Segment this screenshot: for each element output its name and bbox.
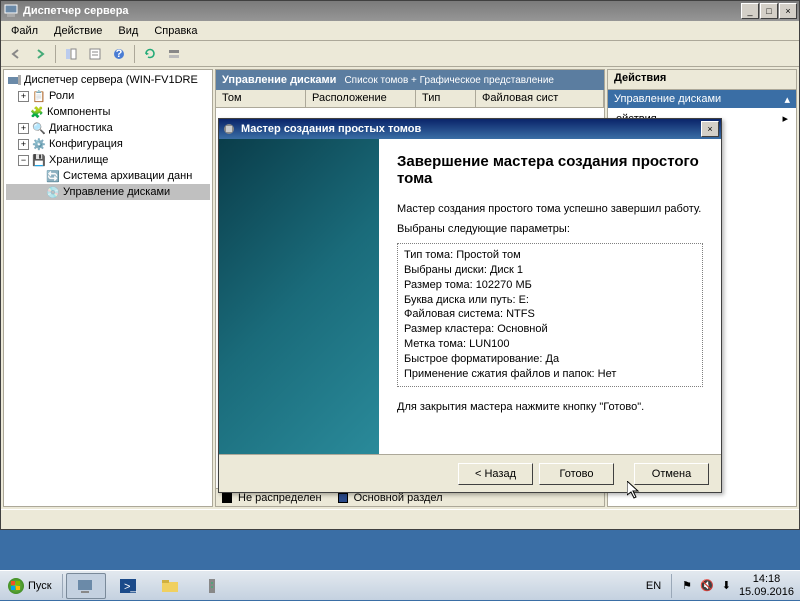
- param-line: Буква диска или путь: E:: [404, 293, 696, 308]
- svg-text:>_: >_: [124, 581, 137, 593]
- wizard-sidebar: [219, 139, 379, 454]
- legend-unalloc: Не распределен: [238, 492, 322, 504]
- menu-view[interactable]: Вид: [112, 23, 144, 39]
- task-explorer[interactable]: [150, 573, 190, 599]
- param-line: Метка тома: LUN100: [404, 337, 696, 352]
- server-icon: [6, 73, 22, 87]
- menubar: Файл Действие Вид Справка: [1, 21, 799, 41]
- tree-roles[interactable]: +📋Роли: [6, 88, 210, 104]
- tree-diagnostics[interactable]: +🔍Диагностика: [6, 120, 210, 136]
- properties-button[interactable]: [84, 43, 106, 65]
- wizard-content: Завершение мастера создания простого том…: [379, 139, 721, 454]
- wizard-selected-label: Выбраны следующие параметры:: [397, 223, 703, 235]
- tree-storage[interactable]: −💾Хранилище: [6, 152, 210, 168]
- legend-unalloc-swatch: [222, 493, 232, 503]
- tree-root-label: Диспетчер сервера (WIN-FV1DRE: [24, 74, 198, 86]
- windows-orb-icon: [8, 578, 24, 594]
- tree-diskmgmt[interactable]: 💿Управление дисками: [6, 184, 210, 200]
- menu-action[interactable]: Действие: [48, 23, 108, 39]
- diskmgmt-icon: 💿: [45, 185, 61, 199]
- view-button[interactable]: [163, 43, 185, 65]
- center-header: Управление дисками Список томов + Графич…: [216, 70, 604, 90]
- tree-root[interactable]: Диспетчер сервера (WIN-FV1DRE: [6, 72, 210, 88]
- main-titlebar[interactable]: Диспетчер сервера _ □ ×: [1, 1, 799, 21]
- taskbar: Пуск >_ EN ⚑ 🔇 ⬇ 14:18 15.09.2016: [0, 570, 800, 600]
- task-iscsi[interactable]: [192, 573, 232, 599]
- tray-icon[interactable]: ⚑: [682, 579, 692, 592]
- backup-icon: 🔄: [45, 169, 61, 183]
- param-line: Быстрое форматирование: Да: [404, 352, 696, 367]
- toolbar: ?: [1, 41, 799, 67]
- tree-configuration[interactable]: +⚙️Конфигурация: [6, 136, 210, 152]
- wizard-finish-hint: Для закрытия мастера нажмите кнопку "Гот…: [397, 401, 703, 413]
- roles-icon: 📋: [31, 89, 47, 103]
- wizard-icon: [221, 121, 237, 137]
- wizard-success-text: Мастер создания простого тома успешно за…: [397, 203, 703, 215]
- storage-icon: 💾: [31, 153, 47, 167]
- help-button[interactable]: ?: [108, 43, 130, 65]
- col-layout[interactable]: Расположение: [306, 90, 416, 107]
- cancel-button[interactable]: Отмена: [634, 463, 709, 485]
- center-subtitle: Список томов + Графическое представление: [344, 75, 554, 86]
- col-volume[interactable]: Том: [216, 90, 306, 107]
- actions-title: Действия: [608, 70, 796, 90]
- param-line: Файловая система: NTFS: [404, 307, 696, 322]
- tree-pane: Диспетчер сервера (WIN-FV1DRE +📋Роли 🧩Ко…: [3, 69, 213, 507]
- wizard-heading: Завершение мастера создания простого том…: [397, 153, 703, 187]
- refresh-button[interactable]: [139, 43, 161, 65]
- wizard-dialog: Мастер создания простых томов × Завершен…: [218, 118, 722, 493]
- language-indicator[interactable]: EN: [646, 580, 661, 592]
- svg-text:?: ?: [116, 48, 123, 60]
- clock[interactable]: 14:18 15.09.2016: [739, 573, 794, 597]
- forward-button[interactable]: [29, 43, 51, 65]
- wizard-title: Мастер создания простых томов: [241, 123, 701, 135]
- components-icon: 🧩: [29, 105, 45, 119]
- param-line: Размер тома: 102270 МБ: [404, 278, 696, 293]
- system-tray: EN ⚑ 🔇 ⬇ 14:18 15.09.2016: [640, 573, 800, 597]
- finish-button[interactable]: Готово: [539, 463, 614, 485]
- task-server-manager[interactable]: [66, 573, 106, 599]
- param-line: Выбраны диски: Диск 1: [404, 263, 696, 278]
- app-icon: [3, 3, 19, 19]
- minimize-button[interactable]: _: [741, 3, 759, 19]
- param-line: Тип тома: Простой том: [404, 248, 696, 263]
- main-title: Диспетчер сервера: [23, 5, 741, 17]
- tray-icon[interactable]: 🔇: [700, 579, 714, 592]
- maximize-button[interactable]: □: [760, 3, 778, 19]
- chevron-up-icon: ▴: [784, 93, 790, 106]
- back-button[interactable]: [5, 43, 27, 65]
- col-fs[interactable]: Файловая сист: [476, 90, 604, 107]
- back-button[interactable]: < Назад: [458, 463, 533, 485]
- legend-primary-swatch: [338, 493, 348, 503]
- chevron-right-icon: ▸: [782, 112, 788, 125]
- task-powershell[interactable]: >_: [108, 573, 148, 599]
- actions-subtitle[interactable]: Управление дисками ▴: [608, 90, 796, 108]
- param-line: Размер кластера: Основной: [404, 322, 696, 337]
- param-line: Применение сжатия файлов и папок: Нет: [404, 367, 696, 382]
- show-hide-button[interactable]: [60, 43, 82, 65]
- column-header: Том Расположение Тип Файловая сист: [216, 90, 604, 108]
- statusbar: [1, 509, 799, 529]
- menu-help[interactable]: Справка: [148, 23, 203, 39]
- close-button[interactable]: ×: [779, 3, 797, 19]
- wizard-params-box[interactable]: Тип тома: Простой том Выбраны диски: Дис…: [397, 243, 703, 387]
- wizard-close-button[interactable]: ×: [701, 121, 719, 137]
- menu-file[interactable]: Файл: [5, 23, 44, 39]
- diagnostics-icon: 🔍: [31, 121, 47, 135]
- tray-icon[interactable]: ⬇: [722, 579, 731, 592]
- center-title: Управление дисками: [222, 74, 336, 86]
- configuration-icon: ⚙️: [31, 137, 47, 151]
- start-button[interactable]: Пуск: [0, 571, 60, 601]
- wizard-titlebar[interactable]: Мастер создания простых томов ×: [219, 119, 721, 139]
- legend-primary: Основной раздел: [354, 492, 443, 504]
- tree-components[interactable]: 🧩Компоненты: [6, 104, 210, 120]
- col-type[interactable]: Тип: [416, 90, 476, 107]
- tree-backup[interactable]: 🔄Система архивации данн: [6, 168, 210, 184]
- wizard-buttons: < Назад Готово Отмена: [219, 454, 721, 492]
- start-label: Пуск: [28, 580, 52, 592]
